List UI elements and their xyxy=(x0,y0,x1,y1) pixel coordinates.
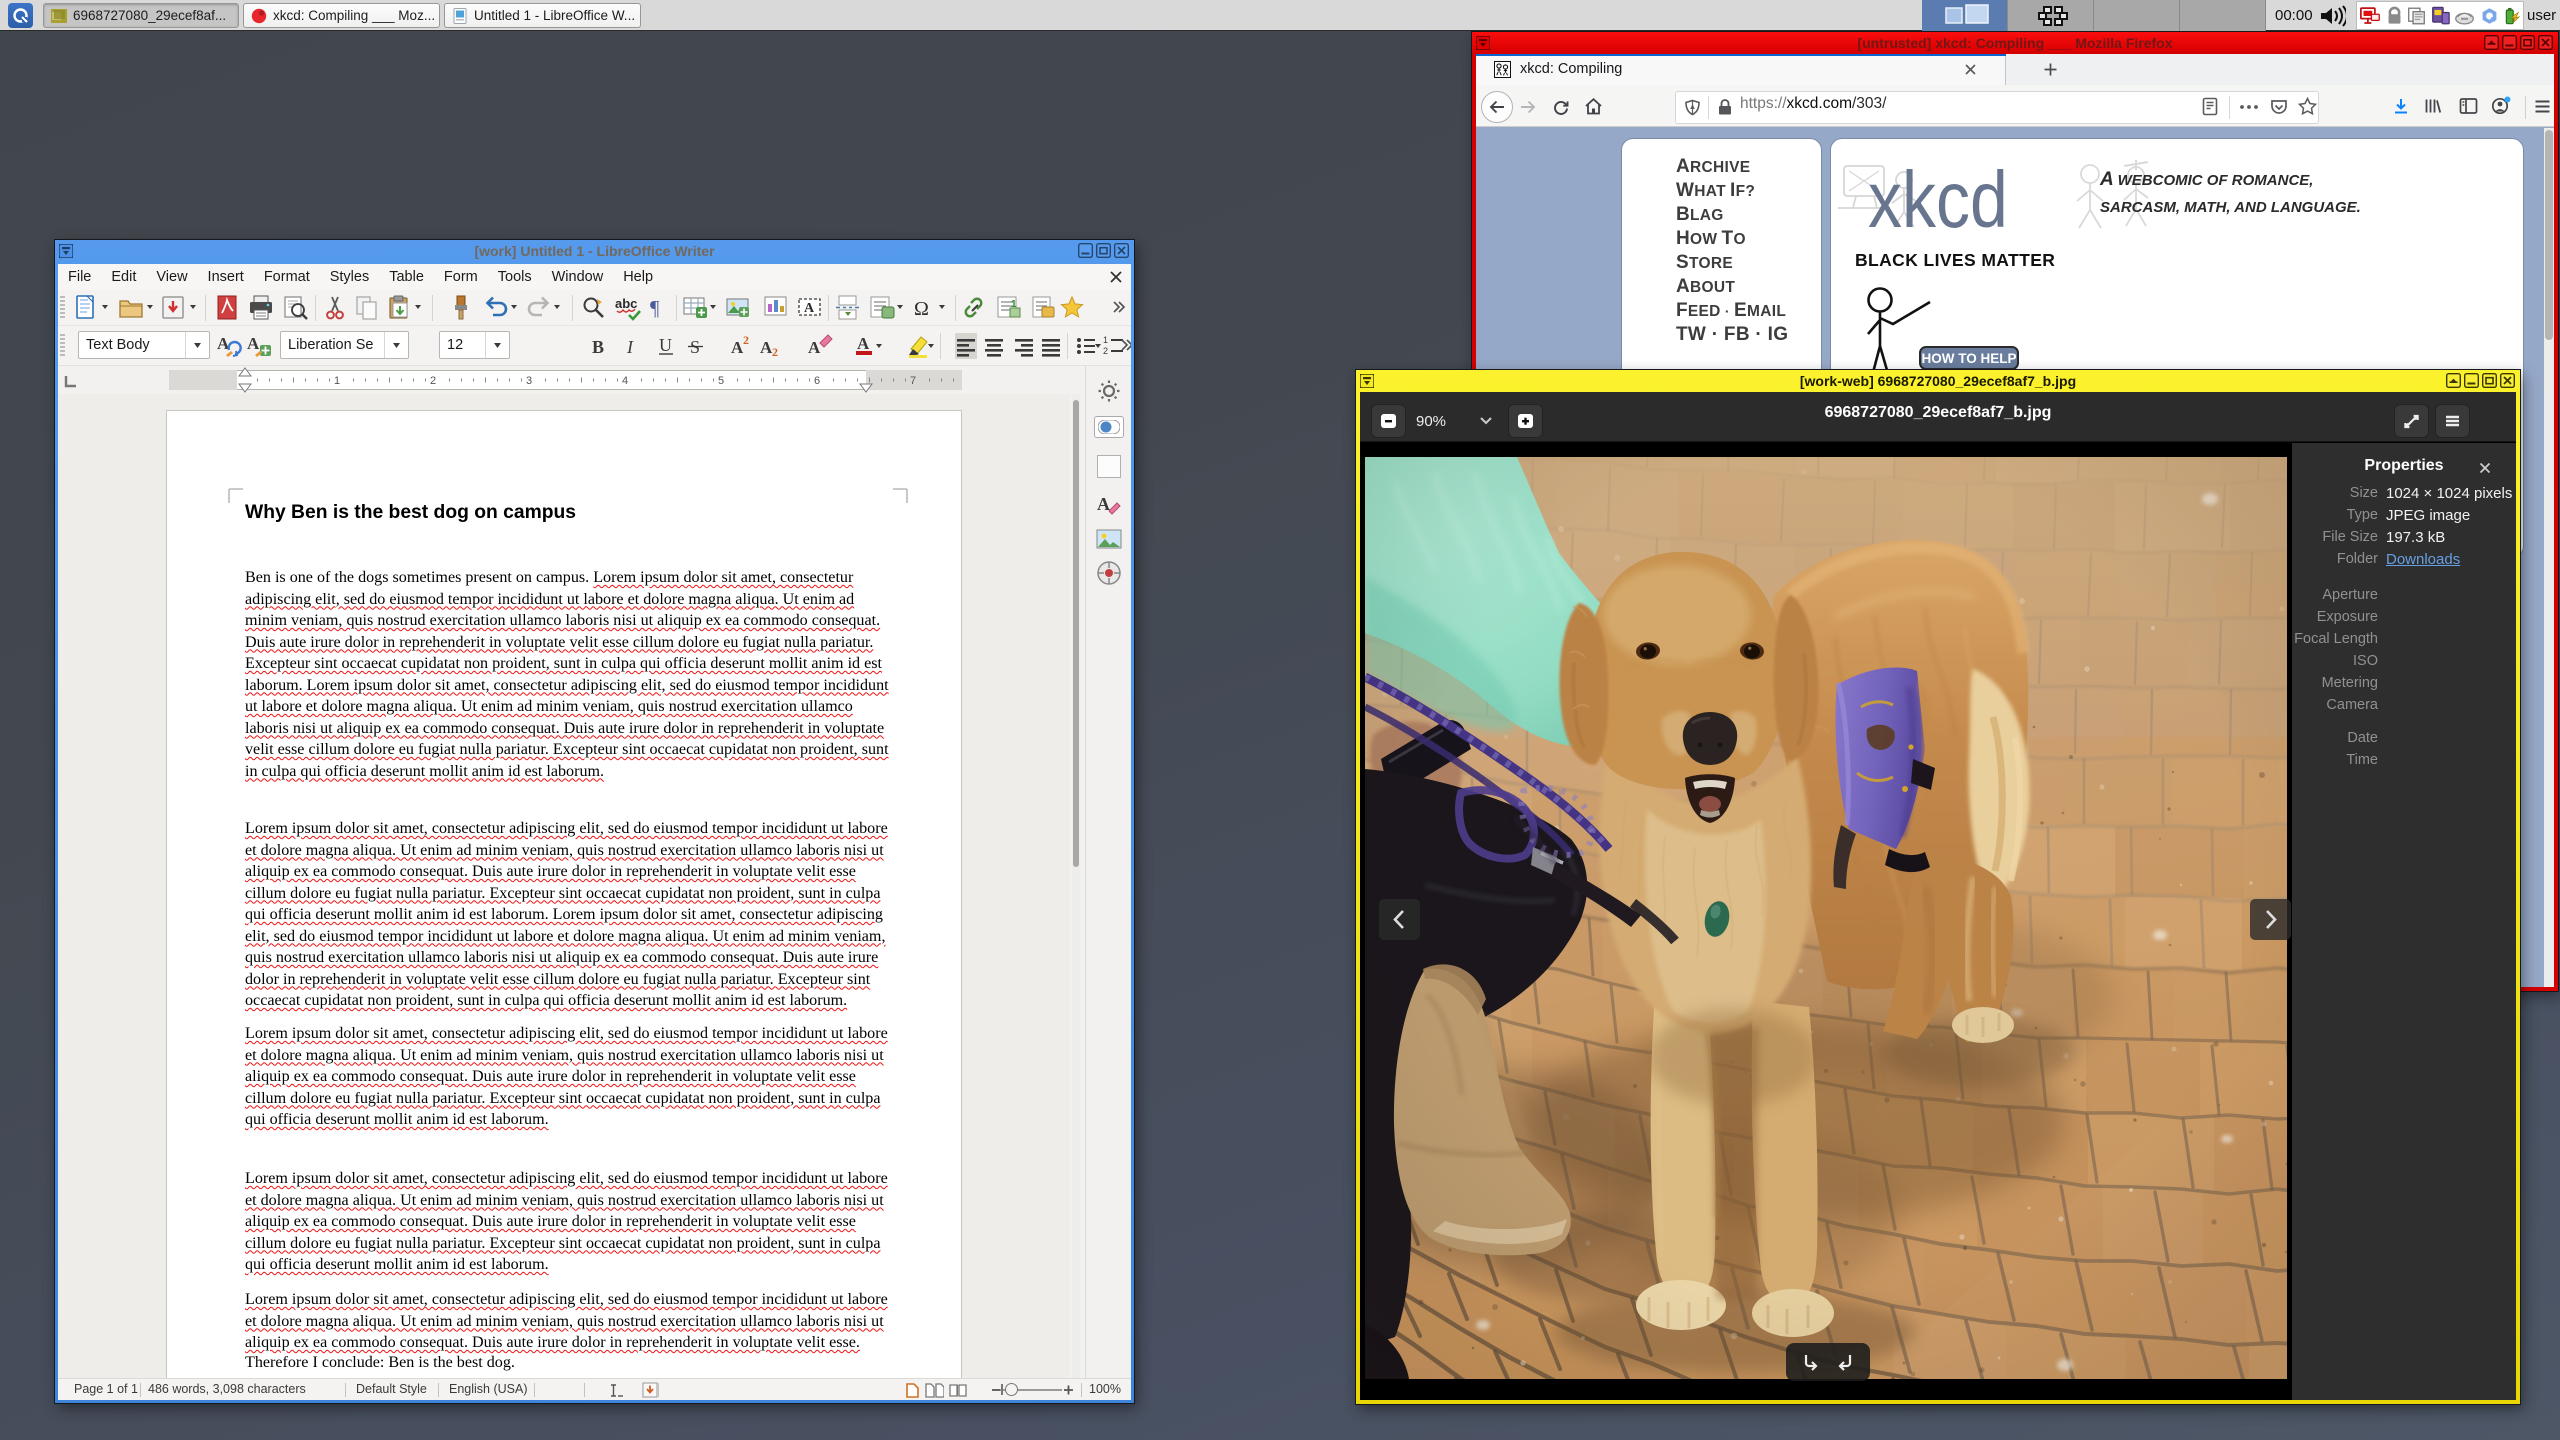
svg-text:2: 2 xyxy=(772,345,778,359)
svg-text:5: 5 xyxy=(718,375,724,387)
svg-text:2: 2 xyxy=(1103,346,1108,356)
svg-text:7: 7 xyxy=(910,375,916,387)
svg-text:Ω: Ω xyxy=(914,298,929,320)
svg-text:B: B xyxy=(592,337,604,357)
svg-text:A: A xyxy=(1097,494,1110,514)
svg-text:U: U xyxy=(659,335,672,355)
svg-text:A: A xyxy=(247,334,260,353)
svg-text:abc: abc xyxy=(615,296,637,311)
svg-text:3: 3 xyxy=(526,375,532,387)
svg-text:A: A xyxy=(804,301,815,316)
svg-text:2: 2 xyxy=(743,333,749,347)
svg-text:2: 2 xyxy=(430,375,436,387)
svg-text:I: I xyxy=(626,337,634,357)
svg-text:6: 6 xyxy=(814,375,820,387)
svg-text:1: 1 xyxy=(334,375,340,387)
svg-text:¶: ¶ xyxy=(650,296,660,320)
svg-text:4: 4 xyxy=(622,375,628,387)
svg-text:1: 1 xyxy=(1103,335,1108,345)
svg-text:A: A xyxy=(857,334,870,353)
svg-text:A: A xyxy=(808,338,821,357)
